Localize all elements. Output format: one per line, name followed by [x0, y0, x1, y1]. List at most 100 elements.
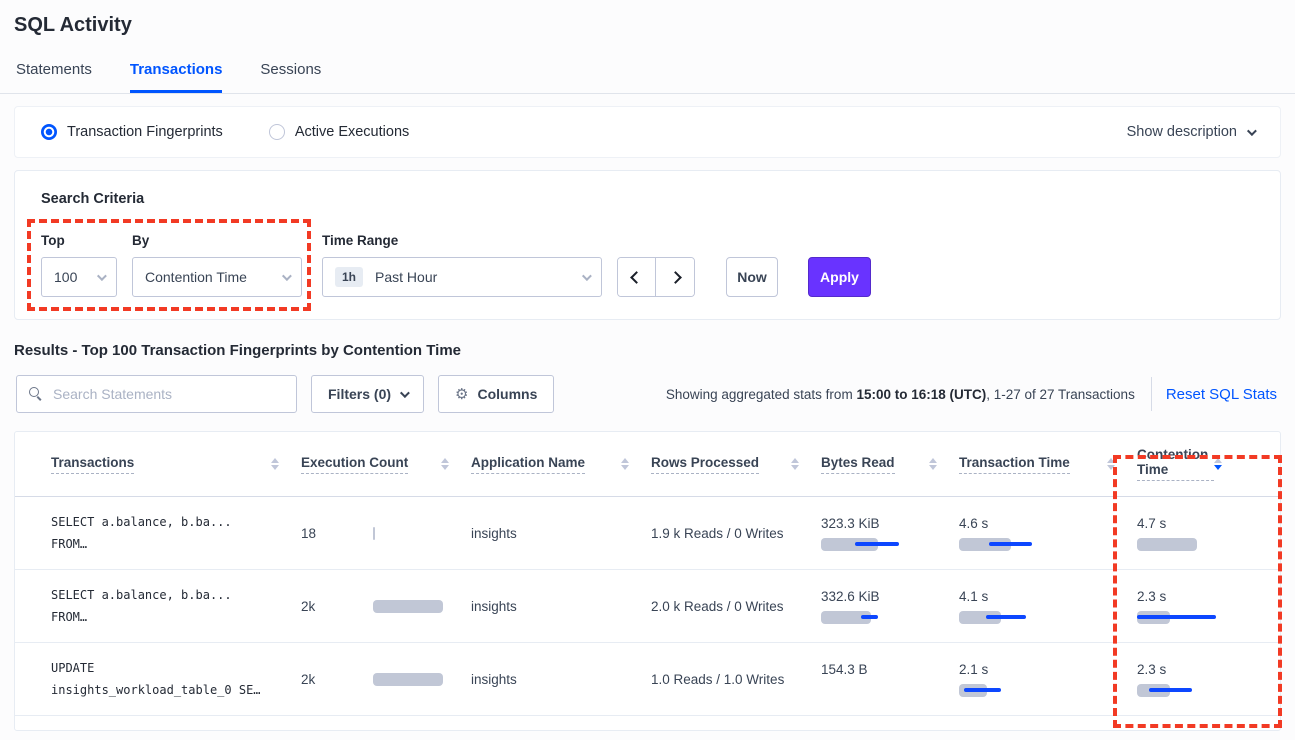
time-range-select[interactable]: 1h Past Hour	[322, 257, 602, 297]
top-label: Top	[41, 233, 117, 248]
table-row[interactable]: SELECT a.balance, b.ba...FROM… 18 insigh…	[15, 497, 1280, 570]
bytes-read-cell: 323.3 KiB	[821, 516, 959, 551]
search-input[interactable]	[53, 386, 284, 402]
time-range-value: Past Hour	[375, 269, 582, 285]
bytes-read-stddev-line	[855, 542, 899, 546]
by-field: By Contention Time	[132, 233, 302, 297]
chevron-right-icon	[669, 271, 682, 284]
execution-count-cell: 18	[301, 526, 471, 541]
sort-icon[interactable]	[791, 458, 799, 470]
contention-time-cell: 2.3 s	[1137, 662, 1244, 697]
time-step-buttons	[617, 257, 695, 297]
top-select-value: 100	[54, 269, 97, 285]
table-row[interactable]: SELECT a.balance, b.ba...FROM… 2k insigh…	[15, 570, 1280, 643]
execution-count-bar	[373, 527, 375, 540]
transaction-fingerprint[interactable]: UPDATEinsights_workload_table_0 SE…	[51, 657, 301, 701]
stats-text: Showing aggregated stats from 15:00 to 1…	[666, 387, 1135, 402]
search-statements-box	[16, 375, 297, 413]
criteria-row: Top 100 By Contention Time Time Range 1h…	[41, 233, 1254, 297]
transaction-time-stddev-line	[989, 542, 1032, 546]
sort-icon[interactable]	[271, 458, 279, 470]
top-field: Top 100	[41, 233, 117, 297]
execution-count-bar	[373, 673, 443, 686]
page-title: SQL Activity	[14, 14, 1281, 37]
columns-button[interactable]: ⚙ Columns	[438, 375, 554, 413]
application-name-cell: insights	[471, 599, 651, 614]
col-header-bytes-read[interactable]: Bytes Read	[821, 455, 959, 474]
time-range-label: Time Range	[322, 233, 602, 248]
transaction-time-cell: 4.1 s	[959, 589, 1137, 624]
page-header: SQL Activity Statements Transactions Ses…	[0, 0, 1295, 94]
table-header-row: Transactions Execution Count Application…	[15, 432, 1280, 497]
radio-transaction-fingerprints[interactable]: Transaction Fingerprints	[41, 124, 223, 140]
results-heading: Results - Top 100 Transaction Fingerprin…	[14, 342, 1281, 359]
by-select[interactable]: Contention Time	[132, 257, 302, 297]
sort-icon-active-desc[interactable]	[1214, 458, 1222, 470]
chevron-down-icon	[400, 388, 410, 398]
by-label: By	[132, 233, 302, 248]
results-controls: Filters (0) ⚙ Columns Showing aggregated…	[16, 375, 1279, 413]
contention-time-bar	[1137, 538, 1197, 551]
col-header-execution-count[interactable]: Execution Count	[301, 455, 471, 474]
view-toggle-bar: Transaction Fingerprints Active Executio…	[14, 106, 1281, 158]
transaction-fingerprint[interactable]: SELECT a.balance, b.ba...FROM…	[51, 511, 301, 555]
reset-sql-stats-link[interactable]: Reset SQL Stats	[1166, 386, 1279, 403]
apply-button[interactable]: Apply	[808, 257, 871, 297]
transaction-fingerprint[interactable]: SELECT a.balance, b.ba...FROM…	[51, 584, 301, 628]
filters-button[interactable]: Filters (0)	[311, 375, 424, 413]
radio-active-executions[interactable]: Active Executions	[269, 124, 409, 140]
chevron-down-icon	[282, 271, 292, 281]
gear-icon: ⚙	[455, 385, 468, 403]
next-time-button[interactable]	[656, 258, 694, 296]
filters-label: Filters (0)	[328, 386, 391, 402]
chevron-down-icon	[97, 271, 107, 281]
tab-sessions[interactable]: Sessions	[260, 61, 321, 93]
sort-icon[interactable]	[441, 458, 449, 470]
col-header-transactions[interactable]: Transactions	[51, 455, 301, 474]
col-header-rows-processed[interactable]: Rows Processed	[651, 455, 821, 474]
contention-time-cell: 4.7 s	[1137, 516, 1244, 551]
by-select-value: Contention Time	[145, 269, 282, 285]
rows-processed-cell: 1.0 Reads / 1.0 Writes	[651, 672, 821, 687]
sort-icon[interactable]	[929, 458, 937, 470]
sort-icon[interactable]	[1107, 458, 1115, 470]
transaction-time-stddev-line	[986, 615, 1026, 619]
col-header-contention-time[interactable]: Contention Time	[1137, 447, 1244, 481]
show-description-label: Show description	[1127, 124, 1237, 140]
application-name-cell: insights	[471, 672, 651, 687]
columns-label: Columns	[477, 386, 537, 402]
transactions-table: Transactions Execution Count Application…	[14, 431, 1281, 731]
col-header-application-name[interactable]: Application Name	[471, 455, 651, 474]
application-name-cell: insights	[471, 526, 651, 541]
prev-time-button[interactable]	[618, 258, 656, 296]
col-header-transaction-time[interactable]: Transaction Time	[959, 455, 1137, 474]
radio-selected-icon	[41, 124, 57, 140]
bytes-read-cell: 154.3 B	[821, 662, 959, 697]
tab-statements[interactable]: Statements	[16, 61, 92, 93]
execution-count-bar	[373, 600, 443, 613]
tab-transactions[interactable]: Transactions	[130, 61, 223, 93]
time-range-badge: 1h	[335, 267, 363, 287]
now-button[interactable]: Now	[726, 257, 778, 297]
chevron-down-icon	[1247, 126, 1257, 136]
contention-time-cell: 2.3 s	[1137, 589, 1244, 624]
bytes-read-stddev-line	[861, 615, 878, 619]
rows-processed-cell: 2.0 k Reads / 0 Writes	[651, 599, 821, 614]
top-select[interactable]: 100	[41, 257, 117, 297]
rows-processed-cell: 1.9 k Reads / 0 Writes	[651, 526, 821, 541]
transaction-time-stddev-line	[964, 688, 1001, 692]
chevron-down-icon	[582, 271, 592, 281]
transaction-time-cell: 4.6 s	[959, 516, 1137, 551]
contention-time-stddev-line	[1149, 688, 1192, 692]
vertical-divider	[1151, 377, 1152, 411]
search-criteria-card: Search Criteria Top 100 By Contention Ti…	[14, 170, 1281, 320]
table-row[interactable]: UPDATEinsights_workload_table_0 SE… 2k i…	[15, 643, 1280, 716]
radio-label: Transaction Fingerprints	[67, 124, 223, 140]
transaction-time-cell: 2.1 s	[959, 662, 1137, 697]
show-description-toggle[interactable]: Show description	[1127, 124, 1254, 140]
radio-label: Active Executions	[295, 124, 409, 140]
contention-time-stddev-line	[1137, 615, 1216, 619]
sort-icon[interactable]	[621, 458, 629, 470]
stats-area: Showing aggregated stats from 15:00 to 1…	[666, 377, 1279, 411]
time-range-field: Time Range 1h Past Hour	[322, 233, 602, 297]
